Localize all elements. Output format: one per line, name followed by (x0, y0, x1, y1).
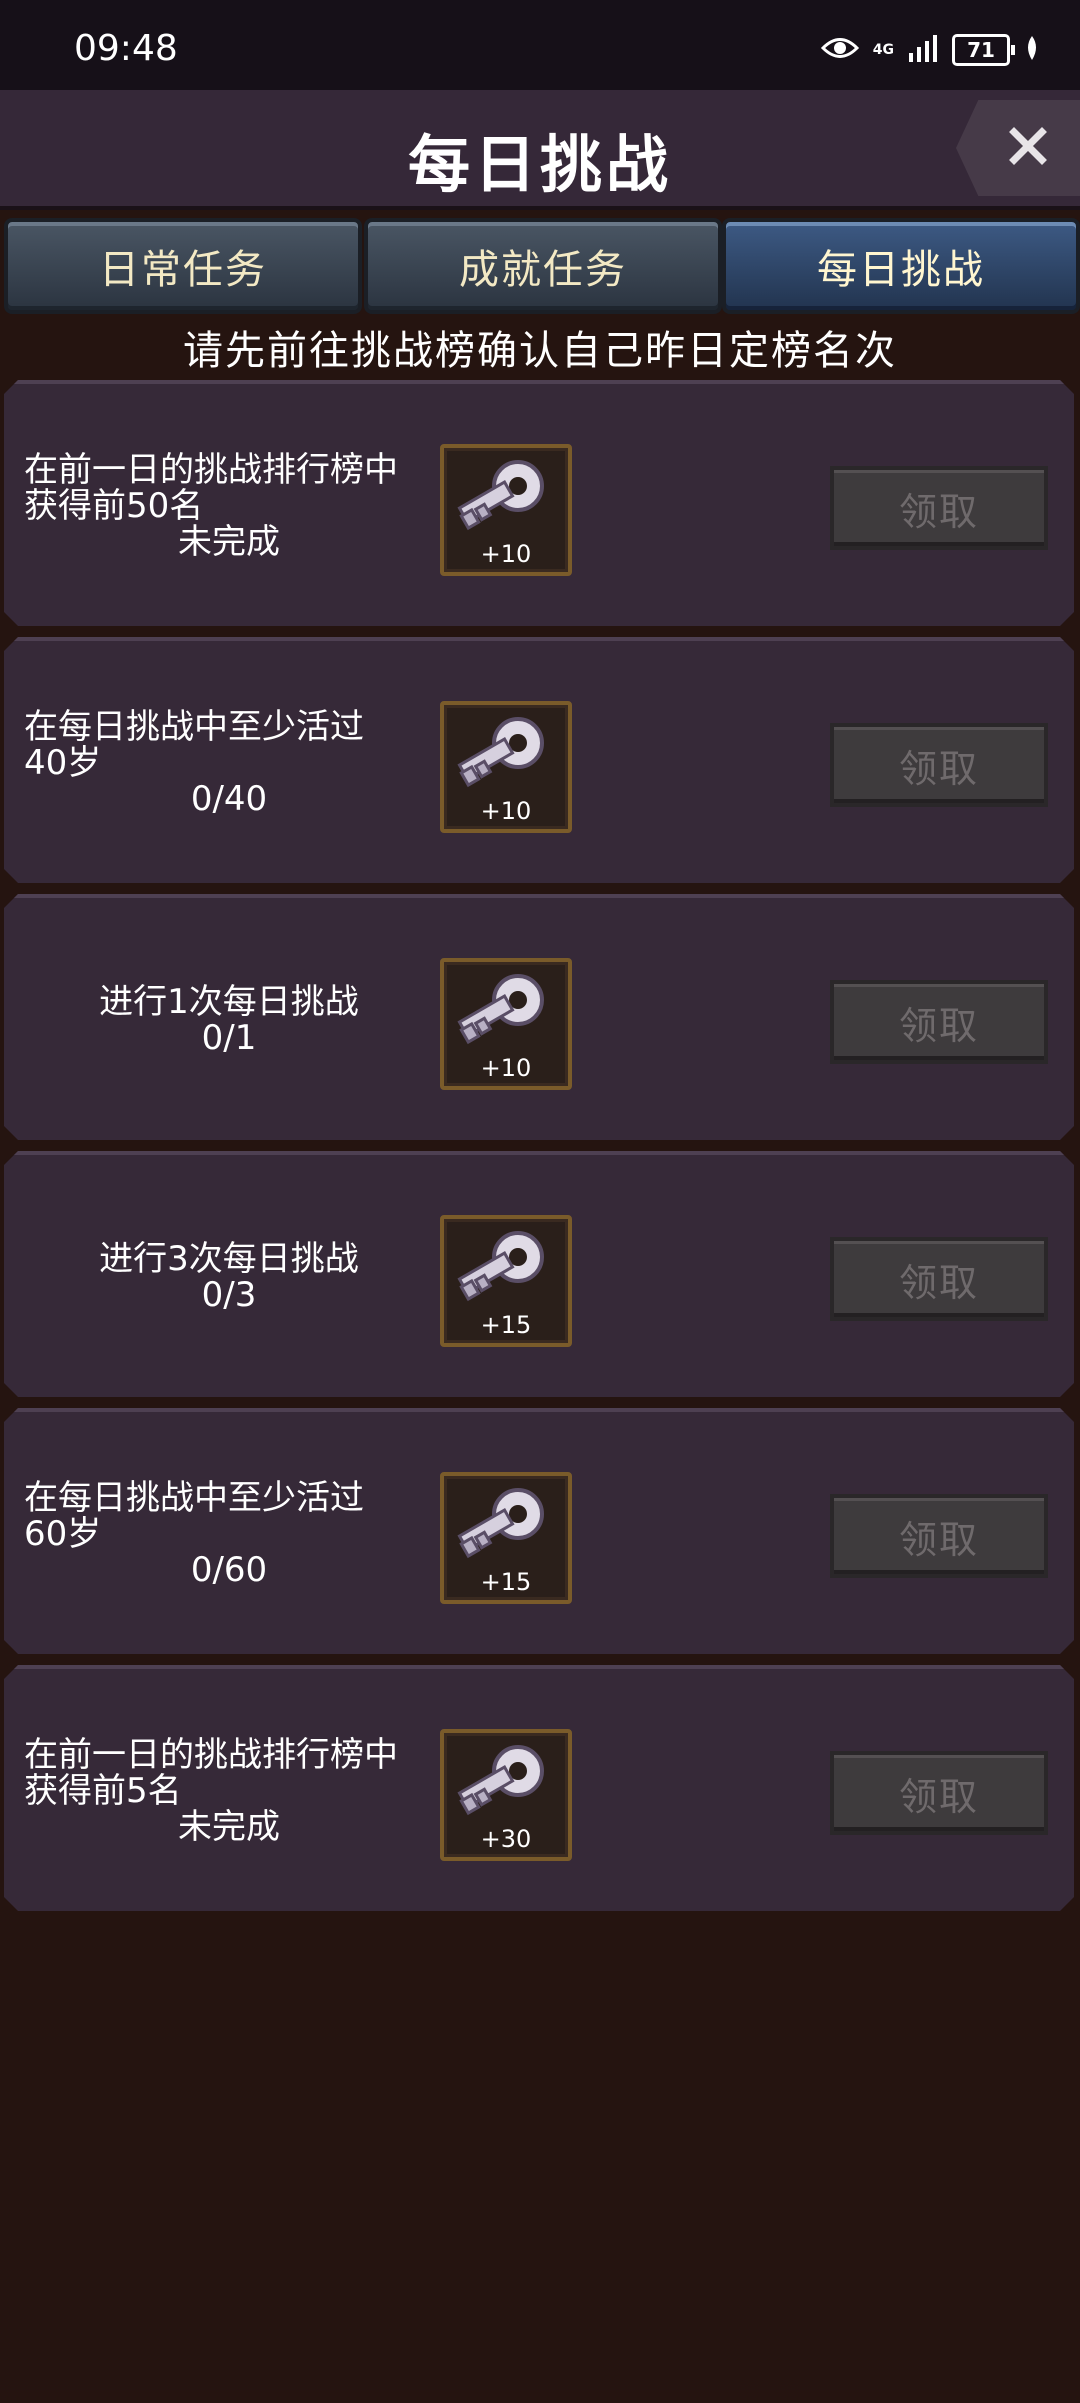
task-line-2: 获得前5名 (24, 1771, 182, 1811)
task-description: 在前一日的挑战排行榜中 获得前50名 未完成 (24, 452, 434, 560)
claim-button[interactable]: 领取 (830, 1237, 1048, 1321)
task-line-2: 获得前50名 (24, 486, 204, 526)
tab-daily-tasks[interactable]: 日常任务 (4, 218, 362, 314)
claim-button[interactable]: 领取 (830, 980, 1048, 1064)
task-card: 在每日挑战中至少活过 40岁 0/40 +10 领取 (4, 637, 1074, 883)
task-description: 在每日挑战中至少活过 60岁 0/60 (24, 1480, 434, 1588)
task-line-2: 40岁 (24, 743, 102, 783)
claim-button[interactable]: 领取 (830, 466, 1048, 550)
task-line-1: 进行1次每日挑战 (99, 982, 359, 1022)
task-progress: 未完成 (178, 1807, 280, 1847)
task-description: 在每日挑战中至少活过 40岁 0/40 (24, 709, 434, 817)
signal-icon (908, 33, 938, 67)
tab-achievement-tasks[interactable]: 成就任务 (364, 218, 722, 314)
status-icons: 4G 71 (820, 30, 1040, 70)
task-card: 进行1次每日挑战 0/1 +10 领取 (4, 894, 1074, 1140)
reward-amount: +10 (480, 540, 532, 568)
network-type: 4G (872, 42, 894, 58)
leaf-icon (1024, 35, 1040, 65)
task-card: 在前一日的挑战排行榜中 获得前5名 未完成 +30 领取 (4, 1665, 1074, 1911)
status-bar: 09:48 4G 71 (0, 0, 1080, 90)
reward-amount: +30 (480, 1825, 532, 1853)
status-time: 09:48 (74, 28, 178, 69)
battery-icon: 71 (952, 34, 1015, 66)
tab-bar: 日常任务 成就任务 每日挑战 (0, 218, 1080, 314)
task-progress: 0/60 (190, 1550, 268, 1590)
close-icon (988, 126, 1048, 170)
reward-slot: +10 (440, 444, 572, 576)
reward-amount: +10 (480, 797, 532, 825)
task-card: 在前一日的挑战排行榜中 获得前50名 未完成 +10 领取 (4, 380, 1074, 626)
reward-slot: +10 (440, 701, 572, 833)
task-line-1: 在每日挑战中至少活过 (24, 1478, 364, 1518)
task-line-1: 在前一日的挑战排行榜中 (24, 1735, 398, 1775)
claim-button[interactable]: 领取 (830, 723, 1048, 807)
task-progress: 未完成 (178, 522, 280, 562)
reward-amount: +10 (480, 1054, 532, 1082)
task-line-1: 进行3次每日挑战 (99, 1239, 359, 1279)
reward-amount: +15 (480, 1311, 532, 1339)
task-line-1: 在每日挑战中至少活过 (24, 707, 364, 747)
task-description: 进行3次每日挑战 0/3 (24, 1241, 434, 1313)
page-title: 每日挑战 (407, 128, 672, 201)
reward-slot: +10 (440, 958, 572, 1090)
task-description: 进行1次每日挑战 0/1 (24, 984, 434, 1056)
task-line-2: 60岁 (24, 1514, 102, 1554)
reward-slot: +15 (440, 1472, 572, 1604)
task-progress: 0/3 (201, 1275, 257, 1315)
header: 每日挑战 (0, 90, 1080, 210)
task-description: 在前一日的挑战排行榜中 获得前5名 未完成 (24, 1737, 434, 1845)
task-progress: 0/40 (190, 779, 268, 819)
notice-text: 请先前往挑战榜确认自己昨日定榜名次 (183, 328, 897, 374)
close-button[interactable] (956, 100, 1080, 196)
claim-button[interactable]: 领取 (830, 1494, 1048, 1578)
eye-icon (820, 35, 859, 65)
tab-daily-challenge[interactable]: 每日挑战 (722, 218, 1080, 314)
task-progress: 0/1 (201, 1018, 257, 1058)
reward-slot: +30 (440, 1729, 572, 1861)
reward-slot: +15 (440, 1215, 572, 1347)
reward-amount: +15 (480, 1568, 532, 1596)
task-line-1: 在前一日的挑战排行榜中 (24, 450, 398, 490)
claim-button[interactable]: 领取 (830, 1751, 1048, 1835)
task-card: 进行3次每日挑战 0/3 +15 领取 (4, 1151, 1074, 1397)
task-card: 在每日挑战中至少活过 60岁 0/60 +15 领取 (4, 1408, 1074, 1654)
